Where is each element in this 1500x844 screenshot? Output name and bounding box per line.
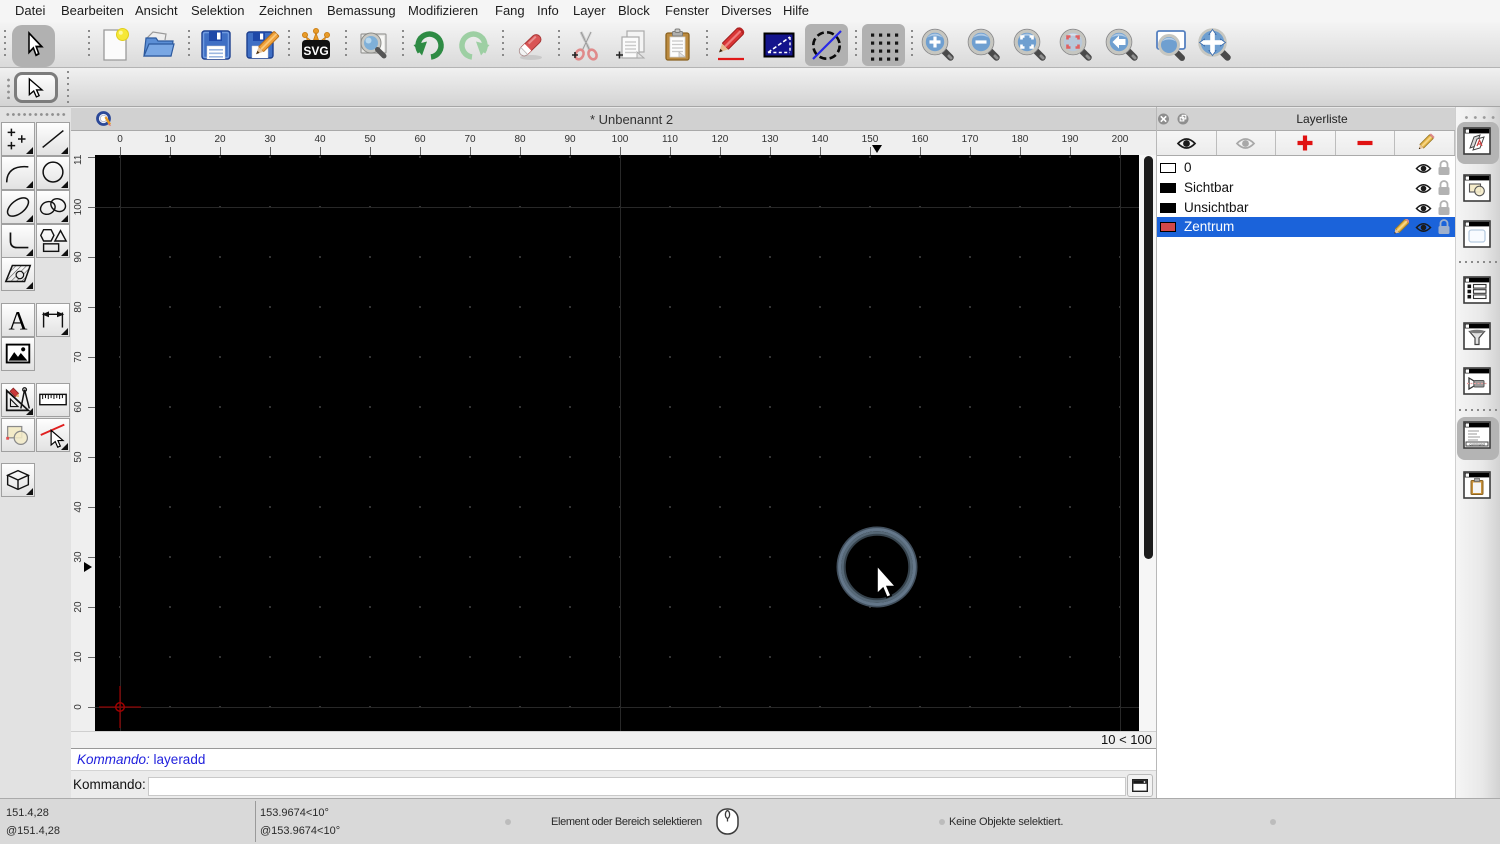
svg-text:A: A <box>8 306 27 335</box>
svg-text:SVG: SVG <box>303 44 328 58</box>
svg-text:command: command <box>1469 443 1484 447</box>
